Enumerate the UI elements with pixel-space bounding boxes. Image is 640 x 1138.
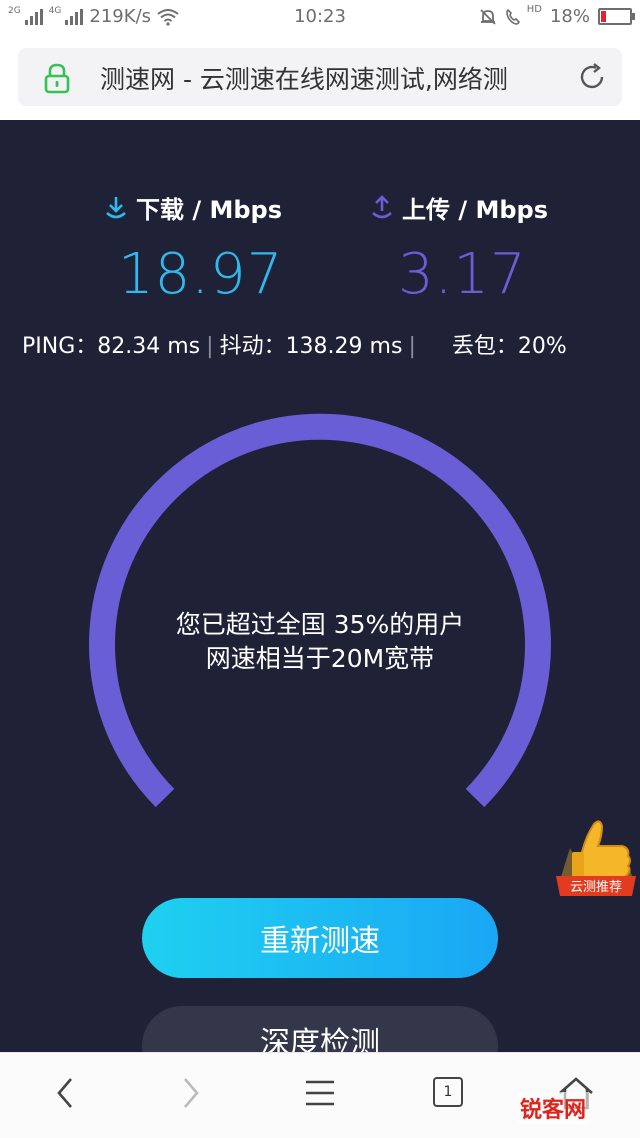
upload-icon <box>372 194 392 218</box>
retest-button[interactable]: 重新测速 <box>142 898 498 978</box>
forward-icon[interactable] <box>180 1075 202 1111</box>
download-icon <box>106 196 126 218</box>
loss-value: 丢包：20% <box>451 334 567 359</box>
address-area: 测速网 - 云测速在线网速测试,网络测 <box>0 34 640 120</box>
metrics-row: PING：82.34 ms | 抖动：138.29 ms | 丢包：20% <box>22 328 622 360</box>
separator: | <box>408 334 416 359</box>
bell-muted-icon <box>480 8 496 25</box>
jitter-value: 抖动：138.29 ms <box>219 334 403 359</box>
phone-hd-icon <box>505 8 520 25</box>
gauge-summary: 您已超过全国 35%的用户 网速相当于20M宽带 <box>120 608 520 676</box>
reload-icon[interactable] <box>576 61 608 93</box>
battery-icon <box>598 8 635 25</box>
gauge-line-2: 网速相当于20M宽带 <box>205 644 435 673</box>
address-bar[interactable]: 测速网 - 云测速在线网速测试,网络测 <box>18 48 622 106</box>
status-bar: 2G 4G 219K/s 10:23 HD 18% <box>0 0 640 34</box>
download-label: 下载 / Mbps <box>136 196 283 224</box>
upload-value: 3.17 <box>398 242 527 307</box>
status-right: HD 18% <box>479 4 635 27</box>
watermark: 锐客网 <box>518 1092 589 1124</box>
gauge-line-1: 您已超过全国 35%的用户 <box>175 610 465 639</box>
download-heading: 下载 / Mbps <box>104 190 282 225</box>
lock-icon <box>44 63 70 94</box>
screen: 2G 4G 219K/s 10:23 HD 18% 测速网 - 云测速在线网速测… <box>0 0 640 1138</box>
back-icon[interactable] <box>54 1075 76 1111</box>
ping-value: PING：82.34 ms <box>22 334 201 359</box>
tabs-button[interactable]: 1 <box>433 1077 463 1107</box>
separator: | <box>206 334 214 359</box>
upload-heading: 上传 / Mbps <box>370 190 548 225</box>
download-value: 18.97 <box>118 242 284 307</box>
hd-label: HD <box>526 4 542 15</box>
battery-fill <box>601 11 606 22</box>
page-title[interactable]: 测速网 - 云测速在线网速测试,网络测 <box>100 60 570 94</box>
promo-badge-label: 云测推荐 <box>570 880 622 895</box>
battery-percent: 18% <box>549 6 590 27</box>
menu-icon[interactable] <box>304 1075 336 1111</box>
thumbs-up-badge-icon[interactable]: 云测推荐 <box>552 810 640 902</box>
upload-label: 上传 / Mbps <box>402 196 549 224</box>
